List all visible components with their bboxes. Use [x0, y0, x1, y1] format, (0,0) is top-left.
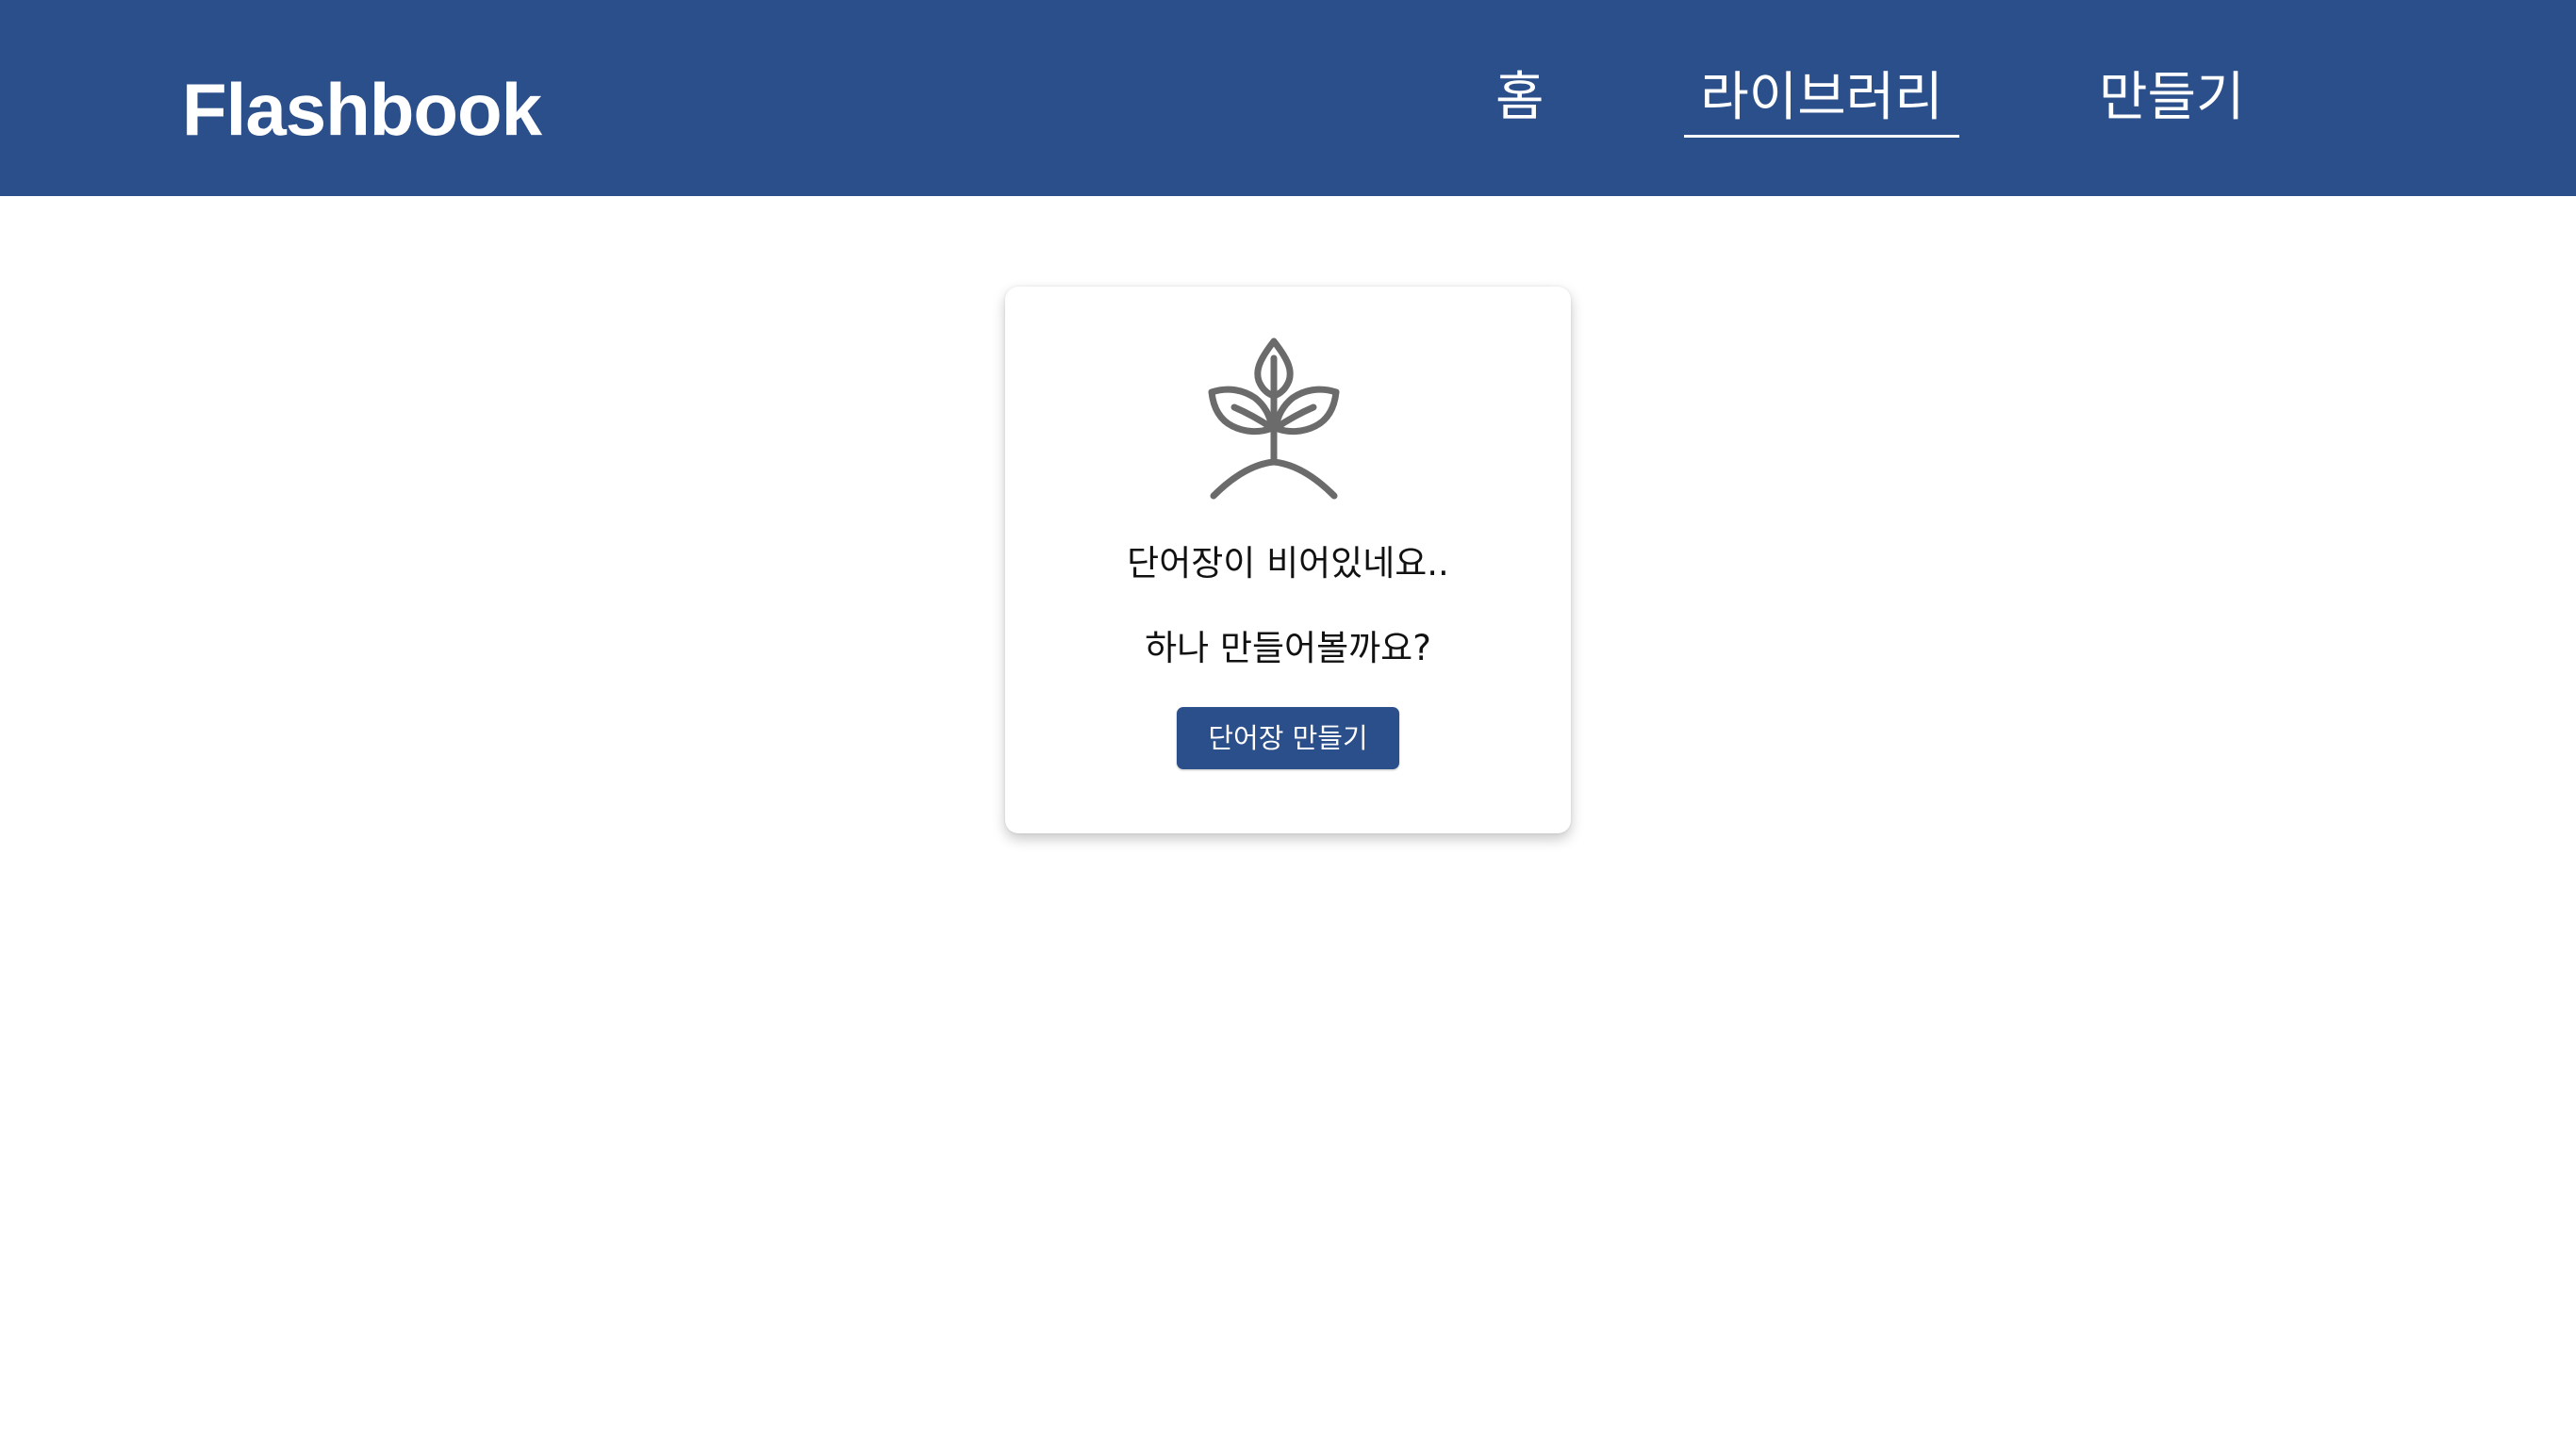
active-nav-underline	[1684, 135, 1959, 138]
create-prompt: 하나 만들어볼까요?	[1145, 628, 1431, 668]
sprout-icon	[1208, 337, 1340, 500]
nav-library[interactable]: 라이브러리	[1684, 64, 1959, 132]
top-nav-bar: Flashbook 홈 라이브러리 만들기	[0, 0, 2576, 196]
create-wordbook-button[interactable]: 단어장 만들기	[1177, 707, 1399, 769]
empty-message: 단어장이 비어있네요..	[1127, 543, 1449, 584]
nav-home[interactable]: 홈	[1495, 64, 1544, 132]
app-logo[interactable]: Flashbook	[182, 64, 542, 155]
nav-create[interactable]: 만들기	[2099, 64, 2245, 132]
empty-library-card: 단어장이 비어있네요.. 하나 만들어볼까요? 단어장 만들기	[1005, 287, 1571, 833]
